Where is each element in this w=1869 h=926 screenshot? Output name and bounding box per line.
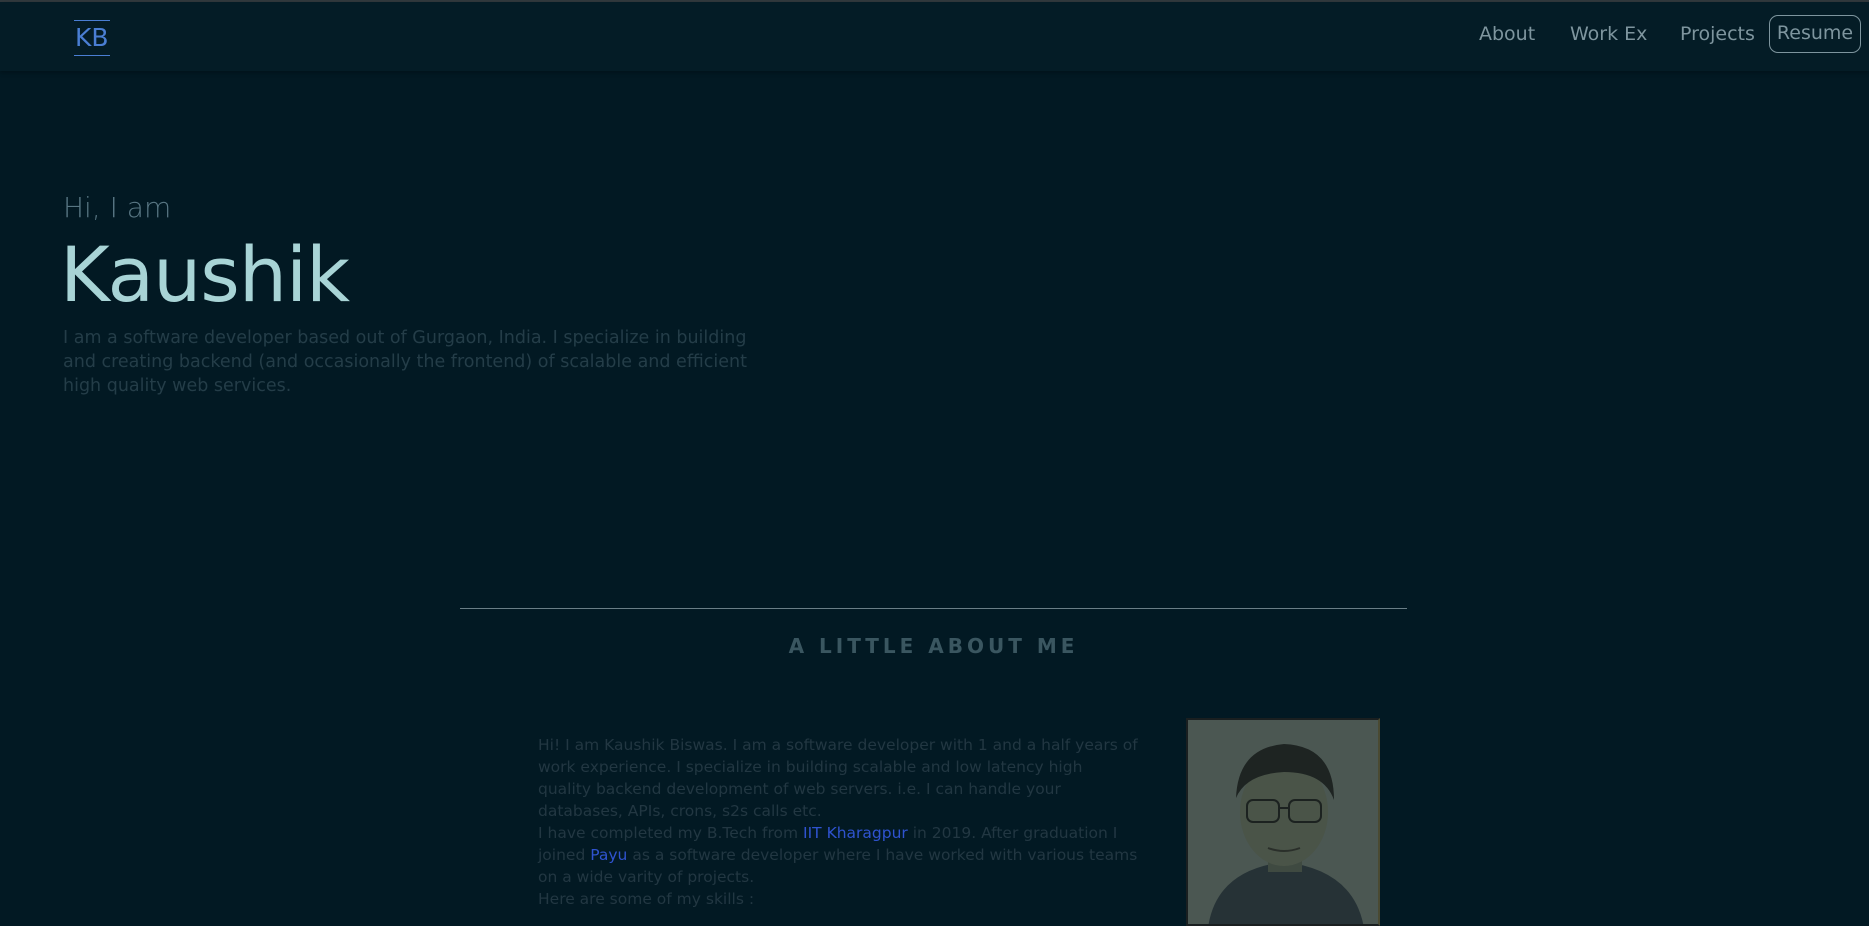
resume-button[interactable]: Resume <box>1769 15 1861 53</box>
nav-projects-link[interactable]: Projects <box>1680 21 1755 48</box>
about-paragraph-3: Here are some of my skills : <box>538 890 755 908</box>
navbar: KB About Work Ex Projects Resume <box>0 2 1869 71</box>
nav-about-link[interactable]: About <box>1479 21 1535 48</box>
hero-greeting: Hi, I am <box>63 191 172 224</box>
about-text: Hi! I am Kaushik Biswas. I am a software… <box>538 734 1138 910</box>
about-title: A LITTLE ABOUT ME <box>788 634 1079 658</box>
hero-intro: I am a software developer based out of G… <box>63 328 747 396</box>
about-paragraph-2: I have completed my B.Tech from IIT Khar… <box>538 822 1138 888</box>
section-divider <box>460 608 1407 609</box>
profile-photo <box>1186 718 1380 926</box>
about-text-fragment: I have completed my B.Tech from <box>538 824 804 842</box>
about-text-fragment: as a software developer where I have wor… <box>538 846 1138 886</box>
about-paragraph-1: Hi! I am Kaushik Biswas. I am a software… <box>538 736 1138 820</box>
profile-photo-portrait <box>1188 720 1378 924</box>
nav-work-ex-link[interactable]: Work Ex <box>1570 21 1647 48</box>
payu-link[interactable]: Payu <box>590 846 627 864</box>
hero-name: Kaushik <box>60 230 350 319</box>
logo-link[interactable]: KB <box>74 20 110 56</box>
iit-kharagpur-link[interactable]: IIT Kharagpur <box>803 824 908 842</box>
